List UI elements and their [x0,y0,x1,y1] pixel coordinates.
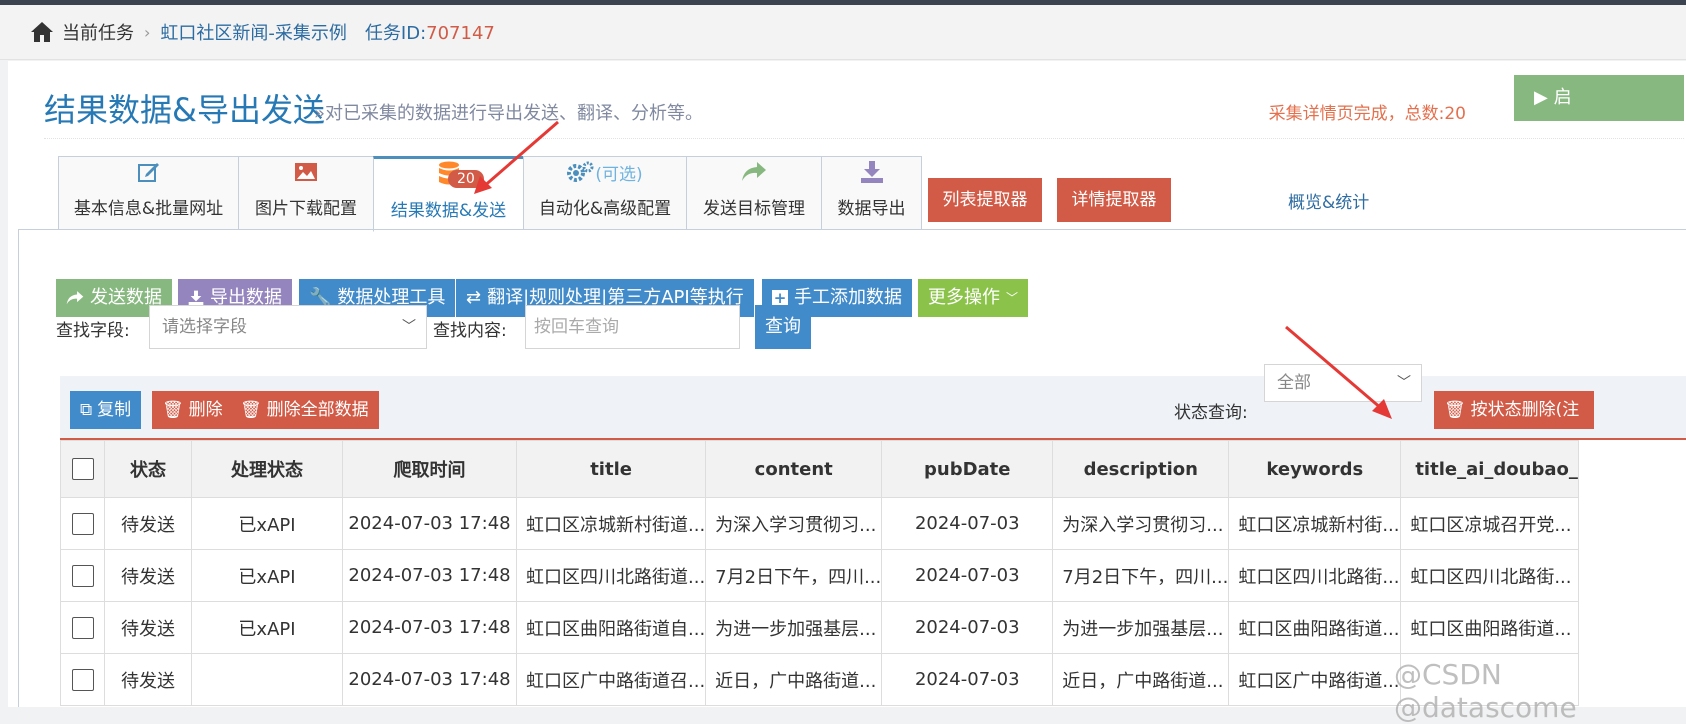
select-all-checkbox[interactable] [71,458,94,480]
row-checkbox[interactable] [71,668,94,691]
search-content-label: 查找内容: [433,321,507,341]
edit-icon [137,163,159,182]
table-row[interactable]: 待发送 2024-07-03 17:48 虹口区广中路街道召... 近日，广中路… [60,653,1579,706]
table-row[interactable]: 待发送 已xAPI 2024-07-03 17:48 虹口区凉城新村街道... … [60,497,1579,550]
delete-by-status-button[interactable]: 🗑 按状态删除(注 [1434,391,1594,429]
share-icon [742,162,766,181]
row-checkbox[interactable] [71,512,94,535]
tab-bar: 基本信息&批量网址 图片下载配置 20 结果数据&发送 (可选) 自动化&高级配… [58,156,922,232]
col-keywords[interactable]: keywords [1228,440,1402,498]
tab-send-target[interactable]: 发送目标管理 [686,156,821,230]
task-id: 任务ID:707147 [364,23,495,44]
trash-icon: 🗑 [162,400,184,420]
trash-icon: 🗑 [240,400,262,420]
breadcrumb-current-task[interactable]: 当前任务 [62,19,134,45]
col-process-status[interactable]: 处理状态 [191,440,343,498]
start-button[interactable]: ▶ 启 [1514,75,1684,121]
tab-image-download[interactable]: 图片下载配置 [238,156,373,230]
tab-automation[interactable]: (可选) 自动化&高级配置 [523,156,686,230]
row-checkbox[interactable] [71,616,94,639]
download-icon [860,161,883,183]
status-query-label: 状态查询: [1174,403,1248,423]
col-pubdate[interactable]: pubDate [881,440,1054,498]
chevron-down-icon: ﹀ [402,319,416,335]
trash-icon: 🗑 [1444,400,1466,420]
breadcrumb: 当前任务 › 虹口社区新闻-采集示例 任务ID:707147 [0,5,1686,60]
list-extractor-button[interactable]: 列表提取器 [928,178,1042,222]
watermark: @CSDN @datascome [1394,658,1577,724]
table-toolbar: ⧉ 复制 🗑 删除 🗑 删除全部数据 状态查询: 全部 ﹀ 🗑 按状态删除(注 [60,364,1686,440]
search-input[interactable]: 按回车查询 [525,305,740,349]
collect-status: 采集详情页完成，总数:20 [1268,104,1466,124]
share-icon [66,291,84,305]
table-row[interactable]: 待发送 已xAPI 2024-07-03 17:48 虹口区四川北路街道... … [60,549,1579,602]
col-description[interactable]: description [1052,440,1230,498]
gears-icon [567,161,594,182]
chevron-down-icon: ﹀ [1006,291,1019,305]
exchange-icon: ⇄ [466,287,482,308]
tab-basic-info[interactable]: 基本信息&批量网址 [58,156,238,230]
page-title: 结果数据&导出发送 [44,91,325,129]
row-checkbox[interactable] [71,564,94,587]
overview-link[interactable]: 概览&统计 [1288,188,1369,213]
image-icon [295,163,317,181]
query-button[interactable]: 查询 [755,305,811,349]
page-subtitle: »对已采集的数据进行导出发送、翻译、分析等。 [314,103,704,124]
tab-data-export[interactable]: 数据导出 [821,156,922,230]
col-title[interactable]: title [515,440,707,498]
delete-all-button[interactable]: 🗑 删除全部数据 [230,391,379,429]
col-crawl-time[interactable]: 爬取时间 [342,440,517,498]
col-content[interactable]: content [705,440,883,498]
search-field-select[interactable]: 请选择字段 ﹀ [149,305,427,349]
data-table: 状态 处理状态 爬取时间 title content pubDate descr… [60,440,1579,706]
breadcrumb-task-name[interactable]: 虹口社区新闻-采集示例 [160,19,347,45]
col-status[interactable]: 状态 [104,440,192,498]
result-count-badge: 20 [448,170,484,188]
col-title-ai-doubao[interactable]: title_ai_doubao_ [1400,440,1579,498]
table-row[interactable]: 待发送 已xAPI 2024-07-03 17:48 虹口区曲阳路街道自... … [60,601,1579,654]
detail-extractor-button[interactable]: 详情提取器 [1057,178,1171,222]
select-all-header[interactable] [60,440,105,498]
more-actions-button[interactable]: 更多操作 ﹀ [918,279,1029,317]
delete-button[interactable]: 🗑 删除 [152,391,233,429]
tab-result-data[interactable]: 20 结果数据&发送 [373,156,523,232]
copy-button[interactable]: ⧉ 复制 [70,391,142,429]
page-header: 结果数据&导出发送 »对已采集的数据进行导出发送、翻译、分析等。 采集详情页完成… [44,75,1684,139]
copy-icon: ⧉ [80,400,93,420]
table-header-row: 状态 处理状态 爬取时间 title content pubDate descr… [60,440,1579,498]
chevron-down-icon: ﹀ [1397,375,1411,391]
home-icon[interactable] [30,21,54,43]
chevron-right-icon: › [144,22,151,42]
download-icon [188,290,204,306]
search-field-label: 查找字段: [56,321,130,341]
plus-square-icon: + [772,289,788,307]
status-select[interactable]: 全部 ﹀ [1264,364,1422,402]
